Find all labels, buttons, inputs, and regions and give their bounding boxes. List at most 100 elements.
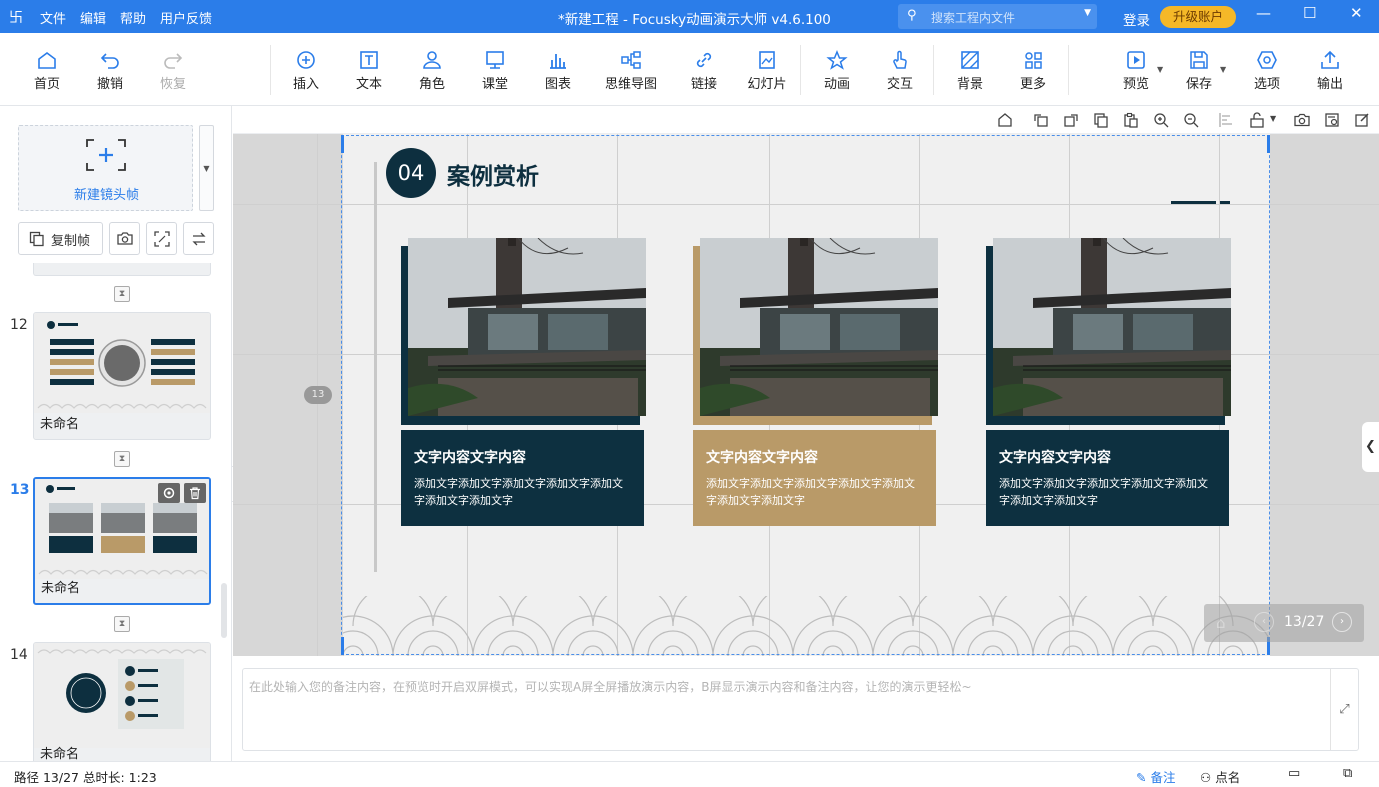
toolbar-divider [800, 45, 801, 95]
search-placeholder: 搜索工程内文件 [931, 11, 1016, 25]
preview-dropdown-icon[interactable]: ▼ [1157, 65, 1163, 74]
frame-handle[interactable] [1267, 135, 1270, 153]
camera-button[interactable] [109, 222, 140, 255]
thumbnail-name: 未命名 [40, 747, 80, 761]
classroom-icon [486, 51, 504, 69]
edit-icon[interactable] [1354, 112, 1370, 128]
more-button[interactable]: 更多 [1005, 50, 1061, 92]
minimize-icon[interactable]: — [1256, 4, 1271, 22]
slides-label: 幻灯片 [747, 77, 787, 92]
new-frame-dropdown[interactable]: ▼ [199, 125, 214, 211]
rotate-right-icon[interactable] [1063, 112, 1079, 128]
text-button[interactable]: 文本 [341, 50, 397, 92]
upgrade-button[interactable]: 升级账户 [1160, 6, 1236, 28]
align-left-icon[interactable] [1218, 112, 1234, 128]
close-icon[interactable]: ✕ [1350, 4, 1363, 22]
prev-slide-icon[interactable]: ‹ [1254, 612, 1274, 632]
chevron-down-icon[interactable]: ▼ [1084, 8, 1091, 18]
save-dropdown-icon[interactable]: ▼ [1220, 65, 1226, 74]
notes-toggle-button[interactable]: ✎ 备注 [1136, 767, 1175, 786]
star-icon [826, 50, 848, 70]
home-button[interactable]: 首页 [19, 50, 75, 92]
thumbnail-delete-button[interactable] [184, 483, 206, 503]
expand-notes-icon[interactable]: ⤢ [1330, 669, 1358, 750]
background-button[interactable]: 背景 [942, 50, 998, 92]
menu-edit[interactable]: 编辑 [80, 8, 106, 27]
notes-input[interactable] [243, 669, 1331, 750]
transition-icon[interactable]: ⧗ [114, 616, 130, 632]
home-view-icon[interactable] [997, 112, 1013, 128]
rollcall-btn-label: 点名 [1215, 770, 1241, 785]
toolbar-divider [1068, 45, 1069, 95]
thumbnail-13[interactable]: 未命名 [33, 477, 211, 605]
toolbar-divider [270, 45, 271, 95]
redo-label: 恢复 [159, 77, 186, 92]
copy-frame-button[interactable]: 复制帧 [18, 222, 103, 255]
next-slide-icon[interactable]: › [1332, 612, 1352, 632]
transition-icon[interactable]: ⧗ [114, 286, 130, 302]
slides-icon [759, 51, 775, 69]
copy-frame-label: 复制帧 [51, 234, 91, 249]
export-button[interactable]: 输出 [1302, 50, 1358, 92]
animation-button[interactable]: 动画 [809, 50, 865, 92]
window-icon[interactable]: ⧉ [1343, 766, 1352, 781]
copy-icon[interactable] [1093, 112, 1109, 128]
menu-feedback[interactable]: 用户反馈 [160, 8, 212, 27]
maximize-icon[interactable]: ☐ [1303, 4, 1316, 22]
frame-settings-icon[interactable] [1324, 112, 1340, 128]
background-icon [961, 51, 979, 69]
lock-icon[interactable] [1249, 112, 1265, 128]
options-button[interactable]: 选项 [1239, 50, 1295, 92]
path-status: 路径 13/27 [14, 770, 79, 785]
screenshot-camera-icon[interactable] [1294, 112, 1310, 128]
toolbar-divider [933, 45, 934, 95]
rotate-left-icon[interactable] [1033, 112, 1049, 128]
chart-button[interactable]: 图表 [530, 50, 586, 92]
login-link[interactable]: 登录 [1123, 9, 1150, 29]
preview-label: 预览 [1122, 77, 1149, 92]
rollcall-button[interactable]: ⚇ 点名 [1200, 767, 1240, 786]
redo-button[interactable]: 恢复 [145, 50, 201, 92]
zoom-out-icon[interactable] [1183, 112, 1199, 128]
lock-dropdown-icon[interactable]: ▼ [1270, 114, 1276, 123]
home-nav-icon[interactable]: ⌂ [1216, 614, 1226, 632]
expand-right-panel-button[interactable]: ❮ [1362, 422, 1379, 472]
role-button[interactable]: 角色 [404, 50, 460, 92]
frame-handle[interactable] [341, 637, 344, 655]
thumbnail-name: 未命名 [40, 417, 80, 432]
paste-icon[interactable] [1123, 112, 1139, 128]
swap-frame-button[interactable] [183, 222, 214, 255]
insert-button[interactable]: 插入 [278, 50, 334, 92]
slides-button[interactable]: 幻灯片 [739, 50, 795, 92]
notes-btn-label: 备注 [1150, 770, 1176, 785]
frame-handle[interactable] [341, 135, 344, 153]
screen-icon[interactable]: ▭ [1288, 766, 1300, 781]
text-label: 文本 [355, 77, 382, 92]
window-title: *新建工程 - Focusky动画演示大师 v4.6.100 [558, 12, 831, 28]
project-search-input[interactable]: ⚲ 搜索工程内文件 ▼ [898, 4, 1097, 29]
copy-icon [29, 231, 44, 247]
menu-help[interactable]: 帮助 [120, 8, 146, 27]
thumbnail-partial[interactable] [33, 263, 211, 276]
link-button[interactable]: 链接 [676, 50, 732, 92]
fit-frame-button[interactable] [146, 222, 177, 255]
frame-order-badge[interactable]: 13 [304, 386, 332, 404]
undo-button[interactable]: 撤销 [82, 50, 138, 92]
thumbnail-12[interactable]: 未命名 [33, 312, 211, 440]
preview-button[interactable]: 预览 [1108, 50, 1164, 92]
swap-icon [192, 232, 206, 246]
save-button[interactable]: 保存 [1171, 50, 1227, 92]
menu-file[interactable]: 文件 [40, 8, 66, 27]
redo-icon [164, 53, 183, 69]
sidebar-scrollbar[interactable] [221, 583, 227, 638]
transition-icon[interactable]: ⧗ [114, 451, 130, 467]
thumbnail-14[interactable]: 未命名 [33, 642, 211, 761]
insert-label: 插入 [292, 77, 319, 92]
classroom-button[interactable]: 课堂 [467, 50, 523, 92]
mindmap-button[interactable]: 思维导图 [599, 50, 663, 92]
interaction-button[interactable]: 交互 [872, 50, 928, 92]
thumbnail-settings-button[interactable] [158, 483, 180, 503]
frame-selection-border[interactable] [341, 135, 1270, 655]
zoom-in-icon[interactable] [1153, 112, 1169, 128]
new-frame-button[interactable]: 新建镜头帧 [18, 125, 193, 211]
